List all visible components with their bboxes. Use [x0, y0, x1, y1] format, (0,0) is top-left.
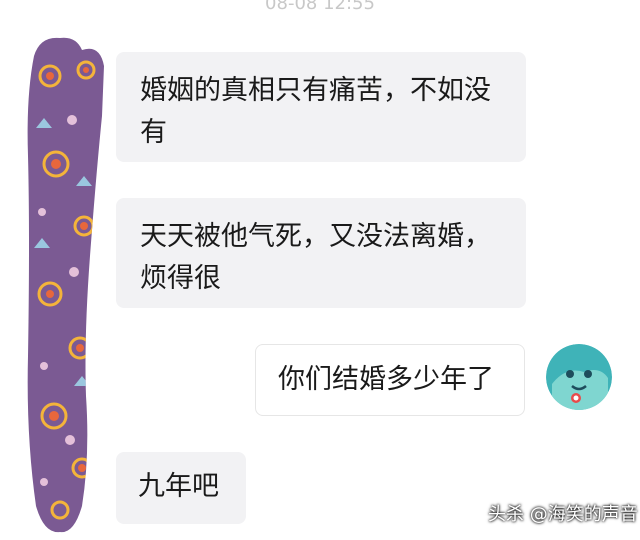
watermark: 头杀 @海笑的声音 — [488, 504, 638, 525]
message-bubble[interactable]: 天天被他气死，又没法离婚，烦得很 — [116, 198, 526, 308]
patterned-avatar-icon[interactable] — [20, 36, 106, 536]
message-bubble-sent[interactable]: 你们结婚多少年了 — [255, 344, 525, 416]
cartoon-avatar-icon[interactable] — [546, 344, 612, 410]
timestamp: 08-08 12:55 — [265, 0, 375, 14]
message-bubble[interactable]: 九年吧 — [116, 452, 246, 524]
message-bubble[interactable]: 婚姻的真相只有痛苦，不如没有 — [116, 52, 526, 162]
